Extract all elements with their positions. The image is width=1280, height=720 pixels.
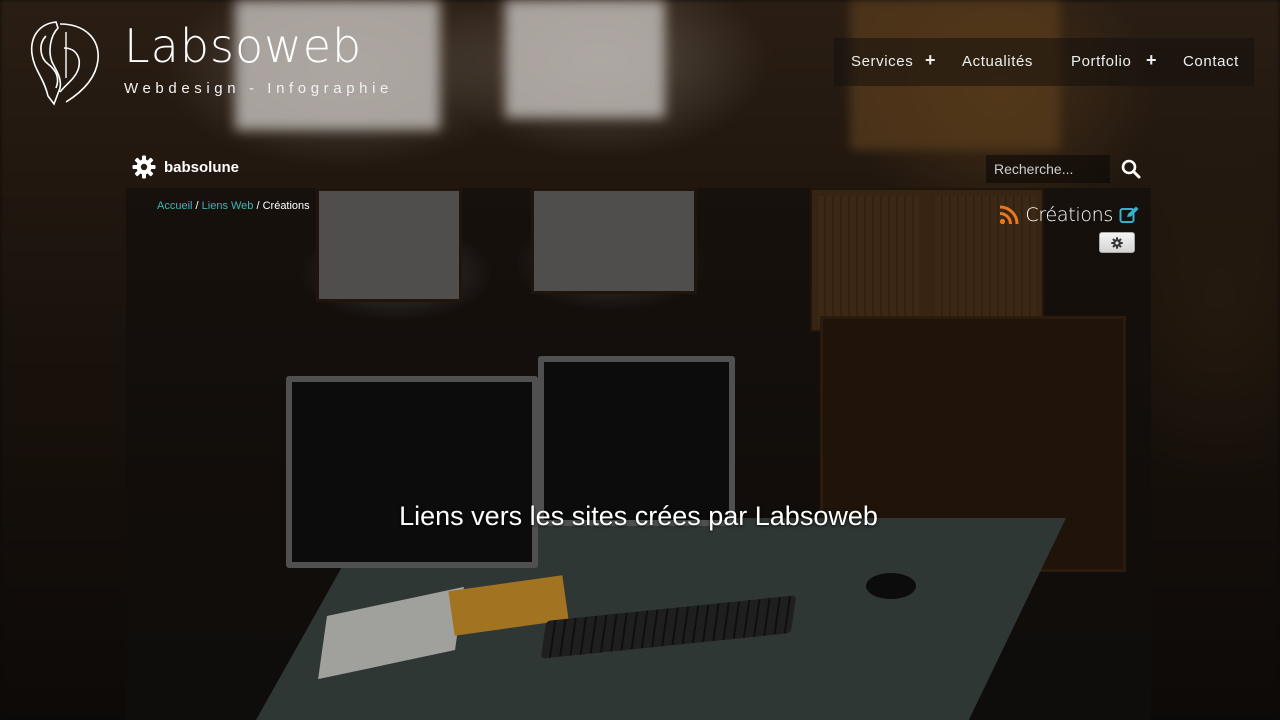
search-icon bbox=[1121, 159, 1141, 179]
page-title: Créations bbox=[1025, 204, 1113, 226]
nav-item-services[interactable]: Services bbox=[851, 38, 913, 86]
rss-icon[interactable] bbox=[999, 205, 1019, 225]
content-panel: Accueil / Liens Web / Créations Création… bbox=[126, 188, 1151, 720]
breadcrumb-separator: / bbox=[253, 200, 263, 212]
breadcrumb-link-accueil[interactable]: Accueil bbox=[157, 200, 192, 212]
gear-icon bbox=[1111, 236, 1123, 249]
settings-button[interactable] bbox=[1099, 232, 1135, 253]
nav-item-portfolio[interactable]: Portfolio bbox=[1071, 38, 1131, 86]
gear-icon bbox=[132, 155, 156, 179]
edit-icon[interactable] bbox=[1119, 206, 1139, 224]
breadcrumb-separator: / bbox=[192, 200, 202, 212]
main-nav: Services + Actualités Portfolio + Contac… bbox=[834, 38, 1254, 86]
nav-item-actualites[interactable]: Actualités bbox=[962, 38, 1033, 86]
panel-overlay bbox=[126, 188, 1151, 720]
page-header: Créations bbox=[999, 202, 1139, 228]
labsoweb-logo-icon bbox=[30, 21, 99, 106]
user-menu[interactable]: babsolune bbox=[132, 154, 239, 180]
hero-description: Liens vers les sites crées par Labsoweb bbox=[399, 501, 878, 531]
site-tagline: Webdesign - Infographie bbox=[124, 80, 393, 97]
username-label: babsolune bbox=[164, 158, 240, 176]
breadcrumb: Accueil / Liens Web / Créations bbox=[157, 200, 310, 212]
search-input[interactable] bbox=[986, 155, 1110, 183]
portfolio-expand-icon[interactable]: + bbox=[1146, 38, 1157, 86]
logo-link[interactable] bbox=[26, 18, 102, 108]
services-expand-icon[interactable]: + bbox=[925, 38, 936, 86]
breadcrumb-current: Créations bbox=[262, 200, 310, 212]
nav-item-contact[interactable]: Contact bbox=[1183, 38, 1239, 86]
search-button[interactable] bbox=[1120, 158, 1146, 182]
site-title[interactable]: Labsoweb bbox=[124, 18, 362, 74]
breadcrumb-link-liens-web[interactable]: Liens Web bbox=[202, 200, 254, 212]
background-window bbox=[505, 0, 665, 118]
